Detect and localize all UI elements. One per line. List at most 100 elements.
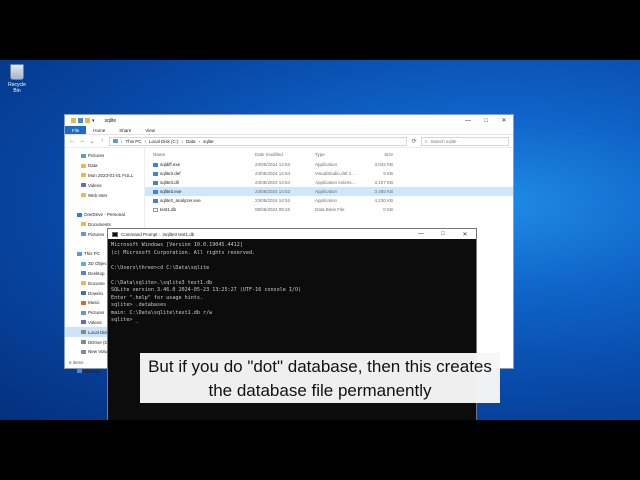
file-type: Application	[315, 162, 338, 167]
file-date: 23/05/2024 14:53	[255, 198, 291, 203]
file-name: sqlite3.dll	[160, 180, 179, 185]
file-row[interactable]: sqlite3.def 23/05/2024 14:54 VisualStudio.…	[145, 169, 513, 178]
sidebar-item-label: Videos	[88, 319, 102, 325]
up-arrow-icon[interactable]: ↑	[99, 138, 105, 144]
sidebar-item[interactable]: OneDrive - Personal	[65, 210, 144, 220]
ribbon-tabs: File Home Share View	[65, 126, 513, 135]
recycle-bin-shortcut[interactable]: Recycle Bin	[4, 64, 30, 94]
folder-icon	[81, 340, 86, 345]
file-name: sqlite3_analyzer.exe	[160, 198, 201, 203]
folder-icon	[81, 153, 86, 158]
search-input[interactable]: ⌕ Search sqlite	[421, 136, 509, 146]
sidebar-item[interactable]: Videos	[65, 180, 144, 190]
file-row[interactable]: test1.db 08/06/2024 09:15 Data Base File 0 …	[145, 205, 513, 214]
folder-icon	[81, 232, 86, 237]
sidebar-item-label: 3D Object	[88, 261, 109, 267]
explorer-title-bar[interactable]: ▾ sqlite — □ ✕	[65, 115, 513, 126]
folder-icon	[81, 271, 86, 276]
minimize-button[interactable]: —	[459, 115, 477, 126]
status-bar-item-count: 6 items	[69, 360, 84, 365]
caption-line-1: But if you do "dot" database, then this …	[148, 357, 492, 376]
file-type: Application	[315, 198, 338, 203]
breadcrumb-this-pc[interactable]: This PC	[126, 139, 142, 144]
refresh-icon[interactable]: ⟳	[411, 138, 417, 145]
sidebar-item-label: Local Disk	[88, 329, 109, 335]
sidebar-item-label: Network	[84, 368, 101, 374]
cmd-close-button[interactable]: ✕	[454, 229, 476, 239]
file-icon	[153, 207, 158, 212]
breadcrumb-local-disk[interactable]: Local Disk (C:)	[149, 139, 179, 144]
file-name: sqlite3.def	[160, 171, 181, 176]
file-row[interactable]: sqlite3_analyzer.exe 23/05/2024 14:53 Appl…	[145, 196, 513, 205]
sidebar-item-label: Documents	[88, 221, 111, 227]
sidebar-item[interactable]: Pictures	[65, 151, 144, 161]
column-size[interactable]: Size	[363, 152, 393, 157]
folder-icon	[81, 291, 86, 296]
forward-arrow-icon[interactable]: →	[79, 138, 85, 144]
file-row[interactable]: sqlite3.exe 23/05/2024 14:53 Application 3,…	[145, 187, 513, 196]
file-name: sqlite3.exe	[160, 189, 182, 194]
folder-icon	[81, 349, 86, 354]
sidebar-item-label: Downlo	[88, 290, 104, 296]
sidebar-item-label: Data	[88, 163, 98, 169]
sidebar-item[interactable]: Web Inter	[65, 190, 144, 200]
file-size: 3,485 KB	[374, 189, 393, 194]
folder-icon	[77, 212, 82, 217]
folder-icon	[81, 300, 86, 305]
folder-icon	[81, 310, 86, 315]
file-size: 4,230 KB	[374, 198, 393, 203]
cmd-minimize-button[interactable]: —	[410, 229, 432, 239]
cmd-title: Command Prompt - .\sqlite3 test1.db	[121, 231, 195, 237]
file-row[interactable]: sqlite3.dll 23/05/2024 14:54 Application e…	[145, 178, 513, 187]
recent-chevron-icon[interactable]: ⌄	[89, 138, 95, 145]
close-button[interactable]: ✕	[495, 115, 513, 126]
quick-access-chevron-icon[interactable]: ▾	[92, 118, 95, 124]
folder-icon	[71, 118, 76, 123]
folder-icon	[77, 369, 82, 374]
new-folder-icon[interactable]	[85, 118, 90, 123]
file-row[interactable]: sqldiff.exe 23/05/2024 14:53 Application 3,…	[145, 160, 513, 169]
tab-view[interactable]: View	[138, 126, 162, 134]
folder-icon	[81, 163, 86, 168]
sidebar-item-label: Videos	[88, 182, 102, 188]
sidebar-item-label: Pictures	[88, 310, 105, 316]
folder-icon	[81, 193, 86, 198]
tab-home[interactable]: Home	[86, 126, 112, 134]
cmd-title-bar[interactable]: Command Prompt - .\sqlite3 test1.db — □ …	[108, 229, 476, 239]
recycle-bin-icon	[10, 64, 24, 80]
sidebar-item-label: Pictures	[88, 231, 105, 237]
column-name[interactable]: Name	[145, 152, 255, 157]
folder-icon	[81, 183, 86, 188]
file-type: Application	[315, 189, 338, 194]
tab-file[interactable]: File	[65, 126, 87, 134]
file-type: VisualStudio.def.1...	[315, 171, 355, 176]
file-type: Application extens...	[315, 180, 356, 185]
tab-share[interactable]: Share	[112, 126, 138, 134]
back-arrow-icon[interactable]: ←	[69, 138, 75, 144]
breadcrumb-sqlite[interactable]: sqlite	[203, 139, 214, 144]
cmd-maximize-button[interactable]: □	[432, 229, 454, 239]
sidebar-item[interactable]: Mon 2023-01-01 FULL	[65, 171, 144, 181]
file-size: 3,042 KB	[374, 162, 393, 167]
column-type[interactable]: Type	[315, 152, 363, 157]
sidebar-item	[65, 200, 144, 210]
file-icon	[153, 189, 158, 194]
sidebar-item[interactable]: Data	[65, 161, 144, 171]
sidebar-item-label: DDrive (D:	[88, 339, 109, 345]
pc-icon	[113, 139, 118, 143]
breadcrumb-data[interactable]: Data	[186, 139, 196, 144]
file-icon	[153, 180, 158, 185]
file-date: 23/05/2024 14:53	[255, 189, 291, 194]
column-date-modified[interactable]: Date modified	[255, 152, 315, 157]
file-date: 23/05/2024 14:54	[255, 180, 291, 185]
folder-icon	[81, 281, 86, 286]
column-headers: Name Date modified Type Size	[145, 148, 513, 160]
folder-icon	[77, 251, 82, 256]
maximize-button[interactable]: □	[477, 115, 495, 126]
video-caption: But if you do "dot" database, then this …	[140, 353, 500, 403]
properties-icon[interactable]	[78, 118, 83, 123]
address-box[interactable]: › This PC › Local Disk (C:) › Data › sqlite	[109, 136, 407, 146]
console-output[interactable]: Microsoft Windows [Version 10.0.19045.44…	[108, 239, 476, 328]
sidebar-item-label: New Volu	[88, 349, 108, 355]
sidebar-item-label: Docume	[88, 280, 105, 286]
